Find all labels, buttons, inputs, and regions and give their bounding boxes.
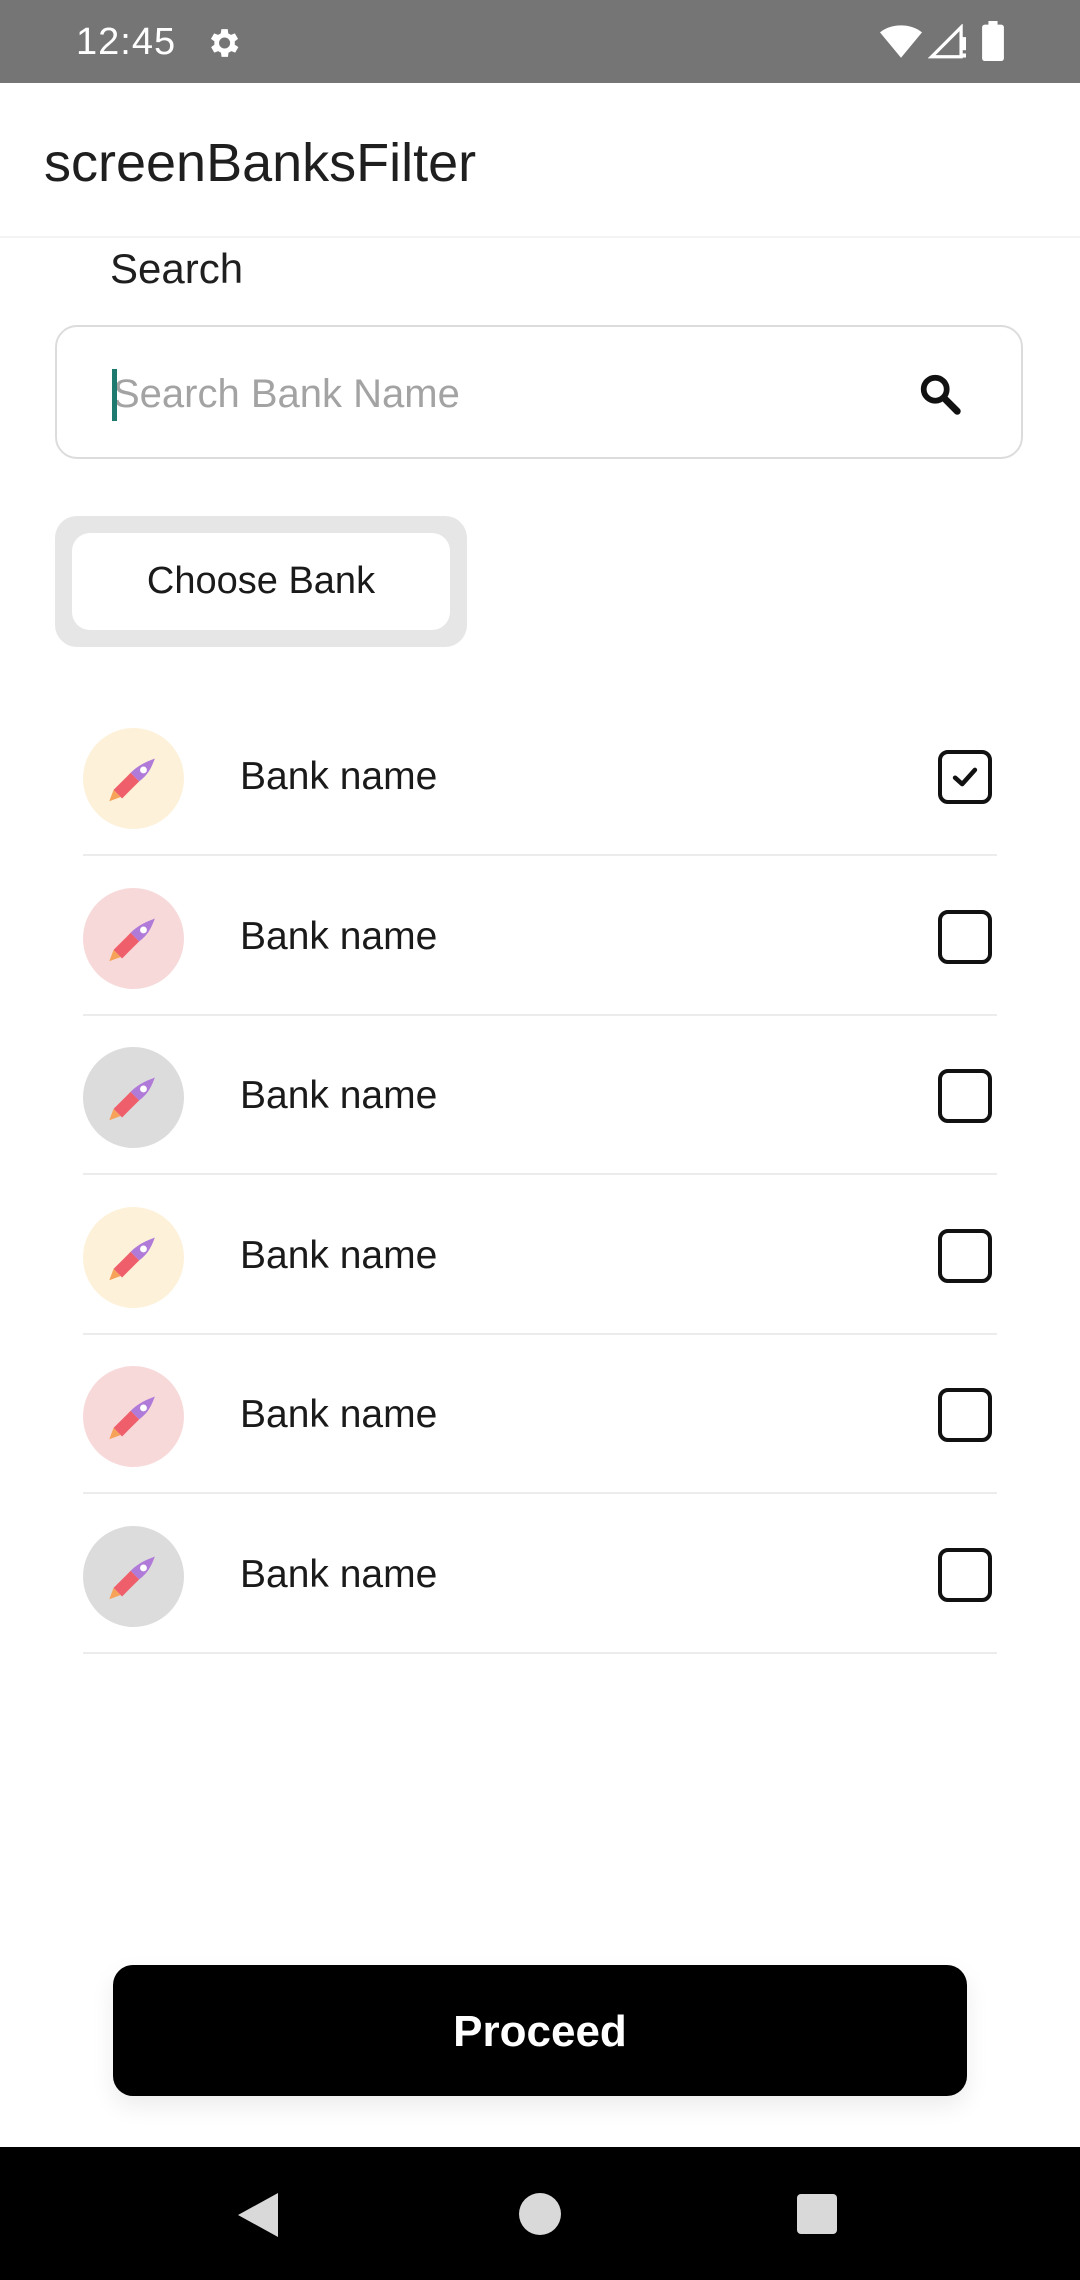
bank-list-item[interactable]: Bank name (83, 1015, 997, 1175)
choose-bank-container: Choose Bank (55, 516, 467, 647)
rocket-icon (109, 1396, 155, 1440)
recents-icon[interactable] (797, 2194, 837, 2234)
rocket-icon (109, 1556, 155, 1600)
proceed-button[interactable]: Proceed (113, 1965, 967, 2096)
page-title: screenBanksFilter (44, 133, 477, 193)
search-input[interactable] (113, 369, 873, 419)
bank-name: Bank name (240, 1393, 438, 1436)
search-icon[interactable] (917, 371, 963, 417)
app-bar: screenBanksFilter (0, 83, 1080, 238)
bank-name: Bank name (240, 1234, 438, 1277)
bank-list-item[interactable]: Bank name (83, 1334, 997, 1494)
navigation-bar (0, 2147, 1080, 2280)
search-label: Search (110, 245, 244, 292)
back-icon[interactable] (236, 2191, 280, 2239)
bank-logo (83, 888, 184, 989)
status-bar: 12:45 (0, 0, 1080, 83)
bank-name: Bank name (240, 755, 438, 798)
checkbox-checked[interactable] (938, 750, 992, 804)
bank-name: Bank name (240, 915, 438, 958)
bank-list-item[interactable]: Bank name (83, 1175, 997, 1335)
gear-icon (210, 29, 239, 57)
home-icon[interactable] (519, 2193, 561, 2235)
wifi-icon (880, 25, 922, 58)
bank-name: Bank name (240, 1553, 438, 1596)
bank-logo (83, 1366, 184, 1467)
rocket-icon (109, 1077, 155, 1121)
bank-name: Bank name (240, 1074, 438, 1117)
checkbox[interactable] (938, 1388, 992, 1442)
rocket-icon (109, 1237, 155, 1281)
bank-logo (83, 728, 184, 829)
status-time: 12:45 (76, 21, 177, 63)
bank-list-item[interactable]: Bank name (83, 856, 997, 1016)
rocket-icon (109, 918, 155, 962)
bank-logo (83, 1526, 184, 1627)
text-cursor (112, 369, 117, 421)
bank-logo (83, 1047, 184, 1148)
checkmark-icon (952, 767, 978, 787)
search-field[interactable] (55, 325, 1023, 459)
battery-icon (982, 21, 1004, 61)
bank-list-item[interactable]: Bank name (83, 696, 997, 856)
signal-icon (928, 24, 966, 59)
bank-logo (83, 1207, 184, 1308)
checkbox[interactable] (938, 1548, 992, 1602)
choose-bank-button[interactable]: Choose Bank (72, 533, 450, 630)
checkbox[interactable] (938, 1069, 992, 1123)
checkbox[interactable] (938, 1229, 992, 1283)
checkbox[interactable] (938, 910, 992, 964)
rocket-icon (109, 758, 155, 802)
bank-list-item[interactable]: Bank name (83, 1494, 997, 1654)
